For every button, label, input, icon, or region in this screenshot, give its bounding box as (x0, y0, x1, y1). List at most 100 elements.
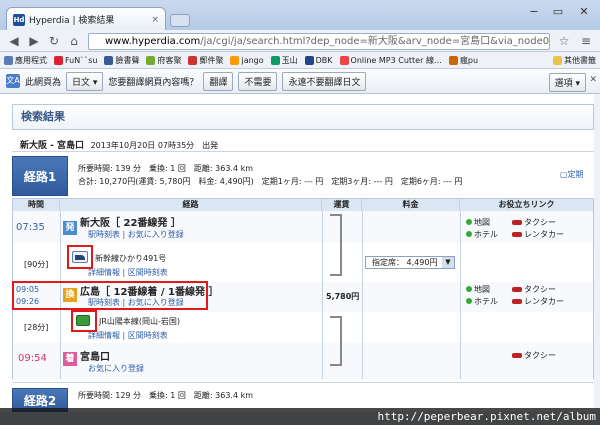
bookmark-icon (146, 55, 156, 65)
route-1-badge[interactable]: 経路1 (12, 156, 68, 196)
bookmark-apps[interactable]: 應用程式 (4, 55, 47, 66)
reload-icon[interactable]: ↻ (46, 33, 62, 49)
bookmark-facebook[interactable]: 臉書聲 (104, 55, 139, 66)
minimize-button[interactable]: − (524, 4, 544, 20)
bookmarks-bar: 應用程式 FuN``su 臉書聲 府客聚 郵件聚 jango 玉山 DBK On… (0, 52, 600, 69)
taxi-link[interactable]: タクシー (512, 217, 556, 228)
no-translate-button[interactable]: 不需要 (238, 71, 278, 91)
hotel-icon (466, 231, 472, 237)
depart-icon: 発 (63, 221, 77, 235)
divider (12, 151, 594, 152)
options-button[interactable]: 選項 ▾ (548, 73, 586, 92)
address-bar[interactable]: www.hyperdia.com/ja/cgi/ja/search.html?d… (88, 33, 550, 50)
taxi-icon (512, 287, 522, 292)
shinkansen-train-icon (72, 251, 88, 263)
taxi-link[interactable]: タクシー (512, 284, 556, 295)
hotel-link[interactable]: ホテル (466, 229, 498, 240)
train-1-links[interactable]: 詳細情報 | 区間時刻表 (88, 267, 168, 278)
col-header-time: 時間 (13, 199, 60, 211)
fare-bracket (330, 316, 342, 366)
bookmark-fun[interactable]: FuN``su (54, 55, 97, 65)
rental-car-icon (512, 232, 522, 237)
map-icon (466, 286, 472, 292)
mail-icon (188, 55, 198, 65)
divider (322, 211, 323, 379)
train-name: 新幹線ひかり491号 (95, 254, 167, 263)
folder-icon (553, 55, 562, 65)
home-icon[interactable]: ⌂ (66, 33, 82, 49)
ride-duration: [28分] (24, 323, 49, 332)
bookmark-bank[interactable]: 玉山 (270, 55, 298, 66)
bookmark-star-icon[interactable]: ☆ (556, 33, 572, 49)
back-arrow-icon[interactable]: ◀ (6, 33, 22, 49)
divider (362, 211, 363, 379)
arrival-station-links[interactable]: お気に入り登録 (88, 363, 144, 374)
new-tab-button[interactable] (170, 14, 190, 27)
maximize-button[interactable]: ▭ (548, 4, 568, 20)
close-window-button[interactable]: ✕ (574, 4, 594, 20)
bookmark-other-folder[interactable]: 其他書籤 (553, 55, 596, 66)
rental-car-link[interactable]: レンタカー (512, 229, 564, 240)
bookmark-jango[interactable]: jango (230, 55, 264, 65)
transfer-station: 広島［ 12番線着 / 1番線発 ］ (80, 287, 219, 298)
route-2-summary: 所要時間: 129 分 乗換: 1 回 距離: 363.4 km (78, 391, 254, 400)
never-translate-button[interactable]: 永遠不要翻譯日文 (282, 71, 367, 91)
ride-duration: [90分] (24, 260, 49, 269)
arrive-icon: 着 (63, 352, 77, 366)
departure-time: 07:35 (16, 222, 45, 233)
translate-bar: 文A 此網頁為 日文 ▾ 您要翻譯網頁內容嗎？ 翻譯 不需要 永遠不要翻譯日文 … (0, 69, 600, 94)
language-select[interactable]: 日文 ▾ (66, 71, 104, 91)
route-title: 新大阪 - 宮島口 (20, 141, 85, 151)
hotel-link[interactable]: ホテル (466, 296, 498, 307)
transfer-station-links[interactable]: 駅時刻表 | お気に入り登録 (88, 297, 184, 308)
train-2-name: JR山陽本線(岡山-岩国) (99, 317, 181, 326)
menu-icon[interactable]: ≡ (578, 33, 594, 49)
watermark-url: http://peperbear.pixnet.net/album (0, 408, 600, 425)
browser-tab[interactable]: Hd Hyperdia | 検索結果 × (6, 7, 166, 31)
rental-car-link[interactable]: レンタカー (512, 296, 564, 307)
col-header-links: お役立ちリンク (460, 199, 593, 211)
taxi-link[interactable]: タクシー (512, 350, 556, 361)
bookmark-dbk[interactable]: DBK (304, 55, 333, 65)
commuter-pass-link[interactable]: ▢定期 (560, 169, 584, 180)
tab-title: Hyperdia | 検索結果 (29, 16, 115, 26)
route-1-line2: 合計: 10,270円(運賃: 5,780円 料金: 4,490円) 定期1ヶ月… (78, 177, 463, 186)
translate-button[interactable]: 翻譯 (203, 71, 234, 91)
bookmark-guest[interactable]: 府客聚 (146, 55, 181, 66)
departure-station-links[interactable]: 駅時刻表 | お気に入り登録 (88, 229, 184, 240)
fare-value: 5,780円 (326, 292, 360, 301)
bookmark-mp3-cutter[interactable]: Online MP3 Cutter 線… (339, 55, 442, 66)
translate-question: 您要翻譯網頁內容嗎？ (108, 77, 199, 88)
bookmark-pu[interactable]: 瘋pu (448, 55, 478, 66)
forward-arrow-icon[interactable]: ▶ (26, 33, 42, 49)
url-path: /ja/cgi/ja/search.html?dep_node=新大阪&arv_… (200, 36, 550, 47)
map-link[interactable]: 地図 (466, 284, 490, 295)
map-icon (466, 219, 472, 225)
route-meta: 2013年10月20日 07時35分 出発 (90, 141, 219, 150)
tab-close-icon[interactable]: × (151, 15, 159, 25)
seat-type-select[interactable]: 指定席： 4,490円 ▼ (365, 256, 455, 269)
chevron-down-icon: ▼ (442, 257, 454, 268)
hyperdia-favicon-icon: Hd (13, 13, 25, 26)
close-icon[interactable]: ✕ (589, 75, 597, 85)
col-header-route: 経路 (60, 199, 322, 211)
map-link[interactable]: 地図 (466, 217, 490, 228)
bookmark-icon (448, 55, 458, 65)
fare-bracket (330, 214, 342, 276)
translate-prefix: 此網頁為 (25, 77, 62, 88)
arrival-time: 09:54 (18, 353, 47, 364)
rental-car-icon (512, 299, 522, 304)
url-domain: www.hyperdia.com (105, 36, 201, 47)
bookmark-icon (54, 55, 63, 65)
arrival-station: 宮島口 (80, 352, 110, 363)
col-header-fare: 運賃 (322, 199, 362, 211)
jango-icon (230, 55, 240, 65)
departure-station: 新大阪［ 22番線発 ］ (80, 218, 181, 229)
train-2-links[interactable]: 詳細情報 | 区間時刻表 (88, 330, 168, 341)
mp3-icon (339, 55, 349, 65)
translate-icon: 文A (6, 74, 20, 88)
scrollbar[interactable] (594, 94, 600, 408)
taxi-icon (512, 353, 522, 358)
bank-icon (270, 55, 280, 65)
bookmark-mail[interactable]: 郵件聚 (188, 55, 223, 66)
